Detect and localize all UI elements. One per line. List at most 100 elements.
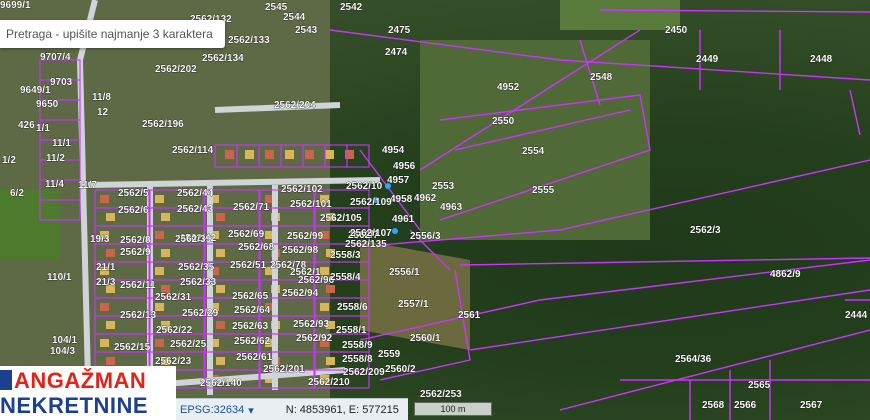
parcel-label[interactable]: 21/3: [96, 277, 117, 289]
parcel-label[interactable]: 2562/22: [156, 325, 193, 337]
parcel-label[interactable]: 1/1: [36, 123, 51, 135]
parcel-label[interactable]: 2562/92: [296, 333, 333, 345]
parcel-label[interactable]: 11/4: [45, 179, 65, 191]
parcel-label[interactable]: 2562/29: [182, 308, 219, 320]
parcel-label[interactable]: 2557/1: [398, 299, 430, 311]
parcel-label[interactable]: 2568: [702, 400, 725, 412]
parcel-label[interactable]: 2567: [800, 400, 823, 412]
parcel-label[interactable]: 2564/36: [675, 354, 712, 366]
parcel-label[interactable]: 2562/135: [345, 239, 388, 251]
parcel-label[interactable]: 2554: [522, 146, 545, 158]
parcel-label[interactable]: 2562/1: [290, 267, 322, 279]
parcel-label[interactable]: 104/3: [50, 346, 76, 358]
parcel-label[interactable]: 9699/1: [0, 0, 31, 11]
parcel-label[interactable]: 2448: [810, 54, 833, 66]
parcel-label[interactable]: 12: [97, 107, 109, 119]
projection-select[interactable]: EPSG:32634 ▾: [176, 404, 258, 417]
parcel-label[interactable]: 11/7: [78, 180, 98, 192]
parcel-label[interactable]: 2562/13: [120, 310, 157, 322]
parcel-label[interactable]: 2562/93: [293, 319, 330, 331]
parcel-label[interactable]: 2562/11: [120, 280, 157, 292]
parcel-label[interactable]: 2562/39: [175, 234, 212, 246]
parcel-label[interactable]: 2562/43: [177, 204, 214, 216]
parcel-label[interactable]: 4954: [382, 145, 405, 157]
parcel-label[interactable]: 1/2: [2, 155, 17, 167]
parcel-label[interactable]: 426: [18, 120, 36, 132]
parcel-label[interactable]: 2562/204: [274, 100, 317, 112]
parcel-label[interactable]: 2562/140: [200, 378, 243, 390]
parcel-label[interactable]: 9703: [50, 77, 73, 89]
parcel-label[interactable]: 2562/71: [233, 202, 270, 214]
parcel-label[interactable]: 2562/133: [228, 35, 271, 47]
parcel-label[interactable]: 2449: [696, 54, 719, 66]
parcel-label[interactable]: 2562/202: [155, 64, 198, 76]
parcel-label[interactable]: 11/1: [52, 138, 72, 150]
parcel-label[interactable]: 4963: [440, 202, 463, 214]
parcel-label[interactable]: 2474: [385, 47, 408, 59]
parcel-label[interactable]: 104/1: [52, 335, 78, 347]
parcel-label[interactable]: 2560/2: [385, 364, 417, 376]
parcel-label[interactable]: 2562/64: [234, 305, 271, 317]
parcel-label[interactable]: 2562/134: [202, 53, 245, 65]
parcel-label[interactable]: 4958: [390, 194, 413, 206]
parcel-label[interactable]: 4961: [392, 214, 415, 226]
parcel-label[interactable]: 2562/33: [180, 277, 217, 289]
parcel-label[interactable]: 9650: [36, 99, 59, 111]
parcel-label[interactable]: 2562/196: [142, 119, 185, 131]
parcel-label[interactable]: 11/8: [92, 92, 112, 104]
parcel-label[interactable]: 4952: [497, 82, 520, 94]
parcel-label[interactable]: 2562/102: [281, 184, 324, 196]
parcel-label[interactable]: 2562/99: [287, 231, 324, 243]
parcel-label[interactable]: 2562/94: [282, 288, 319, 300]
parcel-label[interactable]: 2475: [388, 25, 411, 37]
parcel-label[interactable]: 110/1: [47, 272, 73, 284]
parcel-label[interactable]: 2548: [590, 72, 613, 84]
parcel-label[interactable]: 2562/253: [420, 389, 463, 401]
parcel-label[interactable]: 9707/4: [40, 52, 72, 64]
parcel-label[interactable]: 2562/65: [232, 291, 269, 303]
parcel-label[interactable]: 2562/105: [320, 213, 363, 225]
parcel-label[interactable]: 2555: [532, 185, 555, 197]
parcel-label[interactable]: 2542: [340, 2, 363, 14]
parcel-label[interactable]: 2562/15: [114, 342, 151, 354]
search-input[interactable]: [0, 20, 227, 48]
parcel-label[interactable]: 2558/9: [342, 340, 374, 352]
search-box[interactable]: [0, 20, 227, 48]
parcel-label[interactable]: 2562/31: [155, 292, 192, 304]
parcel-label[interactable]: 2561: [458, 310, 481, 322]
parcel-label[interactable]: 4956: [393, 161, 416, 173]
parcel-label[interactable]: 9649/1: [20, 85, 52, 97]
parcel-label[interactable]: 2544: [283, 12, 306, 24]
parcel-label[interactable]: 2562/210: [308, 377, 351, 389]
parcel-label[interactable]: 2562/44: [177, 188, 214, 200]
parcel-label[interactable]: 2558/1: [336, 325, 368, 337]
parcel-label[interactable]: 2562/3: [690, 225, 722, 237]
parcel-label[interactable]: 2558/8: [342, 354, 374, 366]
parcel-label[interactable]: 21/1: [96, 262, 117, 274]
parcel-label[interactable]: 2562/61: [236, 352, 273, 364]
parcel-label[interactable]: 6/2: [10, 188, 25, 200]
parcel-label[interactable]: 2562/62: [234, 336, 271, 348]
parcel-label[interactable]: 4957: [387, 175, 410, 187]
parcel-label[interactable]: 2562/8: [120, 235, 152, 247]
parcel-label[interactable]: 2562/101: [290, 199, 333, 211]
point-marker[interactable]: [392, 228, 398, 234]
parcel-label[interactable]: 2566: [734, 400, 757, 412]
parcel-label[interactable]: 2556/3: [410, 231, 442, 243]
parcel-label[interactable]: 2562/10: [346, 181, 383, 193]
parcel-label[interactable]: 2560/1: [410, 333, 442, 345]
parcel-label[interactable]: 2562/35: [178, 262, 215, 274]
parcel-label[interactable]: 2562/69: [228, 229, 265, 241]
map-view[interactable]: 9699/12545254425422562/132254324752562/1…: [0, 0, 870, 420]
parcel-label[interactable]: 2562/9: [120, 247, 152, 259]
parcel-label[interactable]: 2450: [665, 25, 688, 37]
parcel-label[interactable]: 2562/63: [232, 321, 269, 333]
parcel-label[interactable]: 2562/68: [238, 242, 275, 254]
parcel-label[interactable]: 2558/4: [330, 272, 362, 284]
parcel-label[interactable]: 2562/109: [350, 197, 393, 209]
parcel-label[interactable]: 2562/5: [118, 188, 150, 200]
parcel-label[interactable]: 2543: [295, 25, 318, 37]
parcel-label[interactable]: 2565: [748, 380, 771, 392]
parcel-label[interactable]: 2553: [432, 181, 455, 193]
parcel-label[interactable]: 2558/6: [337, 302, 369, 314]
